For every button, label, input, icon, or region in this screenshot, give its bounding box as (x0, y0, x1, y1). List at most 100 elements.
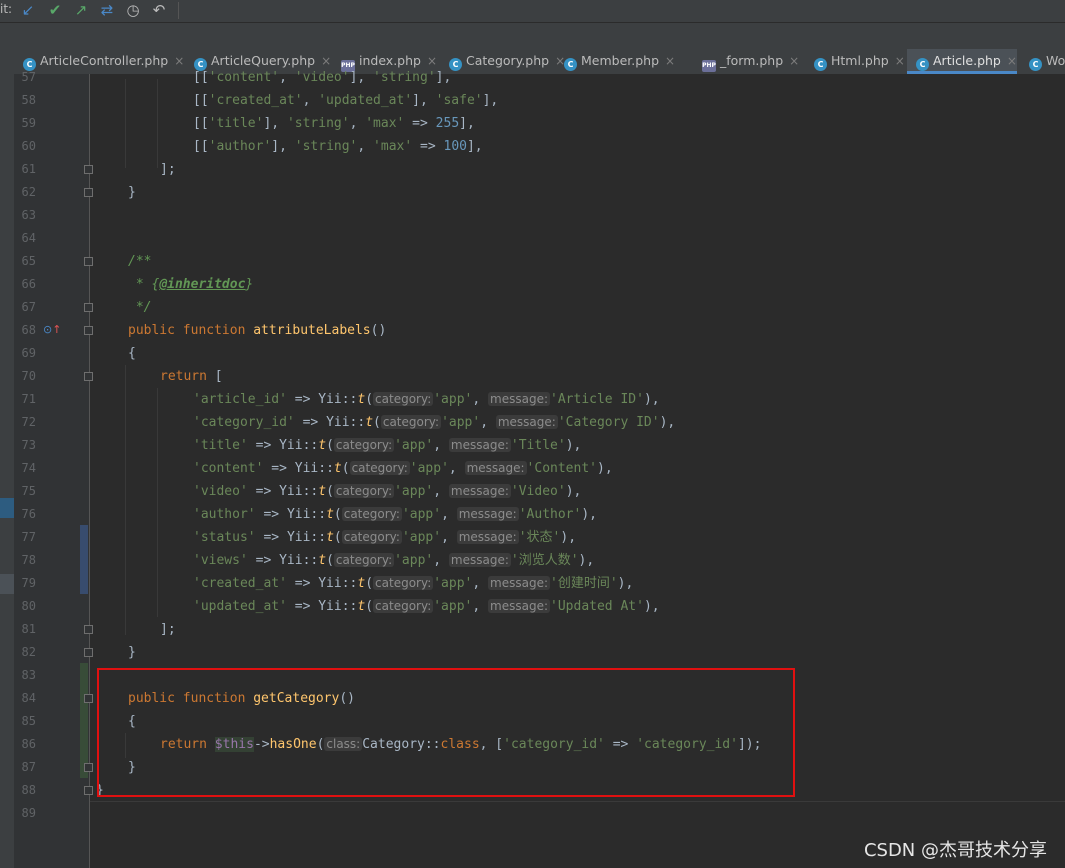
code-token: 'title' (208, 116, 264, 131)
line-number[interactable]: 63 (14, 204, 36, 227)
line-number[interactable]: 69 (14, 342, 36, 365)
code-line[interactable]: ]; (160, 158, 176, 181)
line-number[interactable]: 83 (14, 664, 36, 687)
code-line[interactable]: [['author'], 'string', 'max' => 100], (193, 135, 483, 158)
line-number[interactable]: 74 (14, 457, 36, 480)
code-line[interactable]: 'created_at' => Yii::t(category:'app', m… (193, 572, 633, 595)
code-line[interactable]: */ (128, 296, 152, 319)
line-number[interactable]: 59 (14, 112, 36, 135)
line-number[interactable]: 62 (14, 181, 36, 204)
line-number[interactable]: 81 (14, 618, 36, 641)
line-number[interactable]: 64 (14, 227, 36, 250)
code-line[interactable]: } (128, 181, 136, 204)
code-line[interactable]: 'views' => Yii::t(category:'app', messag… (193, 549, 594, 572)
line-number[interactable]: 73 (14, 434, 36, 457)
code-line[interactable]: 'video' => Yii::t(category:'app', messag… (193, 480, 581, 503)
code-line[interactable]: public function attributeLabels() (128, 319, 386, 342)
code-line[interactable]: 'title' => Yii::t(category:'app', messag… (193, 434, 581, 457)
tab-article-php[interactable]: C Article.php × (907, 49, 1017, 74)
vcs-added-marker[interactable] (80, 663, 88, 778)
tab--form-php[interactable]: PHP _form.php × (693, 49, 802, 74)
fold-marker-icon[interactable] (84, 786, 93, 795)
fold-marker-icon[interactable] (84, 165, 93, 174)
fold-marker-icon[interactable] (84, 188, 93, 197)
line-number[interactable]: 75 (14, 480, 36, 503)
override-method-icon[interactable]: ⊙↑ (43, 323, 61, 336)
code-line[interactable]: [['content', 'video'], 'string'], (193, 66, 451, 89)
fold-marker-icon[interactable] (84, 257, 93, 266)
line-number[interactable]: 67 (14, 296, 36, 319)
line-number[interactable]: 57 (14, 66, 36, 89)
line-number[interactable]: 86 (14, 733, 36, 756)
code-line[interactable]: 'updated_at' => Yii::t(category:'app', m… (193, 595, 660, 618)
history-icon[interactable]: ◷ (123, 0, 143, 20)
line-number[interactable]: 60 (14, 135, 36, 158)
code-line[interactable]: 'category_id' => Yii::t(category:'app', … (193, 411, 675, 434)
code-token: 'max' (365, 116, 405, 131)
line-number[interactable]: 88 (14, 779, 36, 802)
close-tab-icon[interactable]: × (895, 54, 905, 68)
code-line[interactable]: * {@inheritdoc} (128, 273, 253, 296)
tab-member-php[interactable]: C Member.php × (555, 49, 690, 74)
line-number[interactable]: 84 (14, 687, 36, 710)
code-token: t (365, 415, 374, 430)
line-number[interactable]: 77 (14, 526, 36, 549)
close-tab-icon[interactable]: × (174, 54, 184, 68)
line-number[interactable]: 71 (14, 388, 36, 411)
tab-articlecontroller-php[interactable]: C ArticleController.php × (14, 49, 184, 74)
update-project-icon[interactable]: ↙ (18, 0, 38, 20)
line-number[interactable]: 72 (14, 411, 36, 434)
tab-category-php[interactable]: C Category.php × (440, 49, 565, 74)
line-number[interactable]: 61 (14, 158, 36, 181)
close-tab-icon[interactable]: × (789, 54, 799, 68)
line-number[interactable]: 68 (14, 319, 36, 342)
revert-icon[interactable]: ↶ (149, 0, 169, 20)
code-line[interactable]: /** (128, 250, 151, 273)
parameter-hint: message: (456, 507, 519, 521)
tool-window-marker[interactable] (0, 574, 14, 594)
code-token: 100 (443, 139, 467, 154)
vcs-modified-marker[interactable] (80, 525, 88, 594)
fold-marker-icon[interactable] (84, 694, 93, 703)
code-token: 'title' (193, 438, 248, 453)
tool-window-marker[interactable] (0, 498, 14, 518)
fold-marker-icon[interactable] (84, 326, 93, 335)
fold-marker-icon[interactable] (84, 763, 93, 772)
code-line[interactable]: 'status' => Yii::t(category:'app', messa… (193, 526, 576, 549)
code-line[interactable]: 'article_id' => Yii::t(category:'app', m… (193, 388, 660, 411)
close-tab-icon[interactable]: × (1007, 54, 1017, 68)
fold-marker-icon[interactable] (84, 372, 93, 381)
line-number[interactable]: 85 (14, 710, 36, 733)
fold-marker-icon[interactable] (84, 648, 93, 657)
code-line[interactable]: 'author' => Yii::t(category:'app', messa… (193, 503, 597, 526)
line-number[interactable]: 70 (14, 365, 36, 388)
close-tab-icon[interactable]: × (665, 54, 675, 68)
line-number[interactable]: 76 (14, 503, 36, 526)
line-number[interactable]: 87 (14, 756, 36, 779)
code-token: 'string' (373, 70, 436, 85)
code-line[interactable]: ]; (160, 618, 176, 641)
line-number[interactable]: 89 (14, 802, 36, 825)
parameter-hint: message: (456, 530, 519, 544)
code-line[interactable]: [['title'], 'string', 'max' => 255], (193, 112, 475, 135)
commit-icon[interactable]: ✔ (45, 0, 65, 20)
code-line[interactable]: } (128, 641, 136, 664)
merge-icon[interactable]: ⇄ (97, 0, 117, 20)
line-number[interactable]: 65 (14, 250, 36, 273)
class-file-icon: C (814, 58, 827, 71)
tab-html-php[interactable]: C Html.php × (805, 49, 905, 74)
fold-marker-icon[interactable] (84, 303, 93, 312)
line-number[interactable]: 58 (14, 89, 36, 112)
push-icon[interactable]: ↗ (71, 0, 91, 20)
line-number[interactable]: 82 (14, 641, 36, 664)
line-number[interactable]: 78 (14, 549, 36, 572)
fold-marker-icon[interactable] (84, 625, 93, 634)
code-line[interactable]: 'content' => Yii::t(category:'app', mess… (193, 457, 613, 480)
line-number[interactable]: 66 (14, 273, 36, 296)
tab-wo[interactable]: C Wo (1020, 49, 1065, 74)
code-line[interactable]: return [ (160, 365, 223, 388)
line-number[interactable]: 80 (14, 595, 36, 618)
code-line[interactable]: [['created_at', 'updated_at'], 'safe'], (193, 89, 498, 112)
code-line[interactable]: { (128, 342, 136, 365)
line-number[interactable]: 79 (14, 572, 36, 595)
